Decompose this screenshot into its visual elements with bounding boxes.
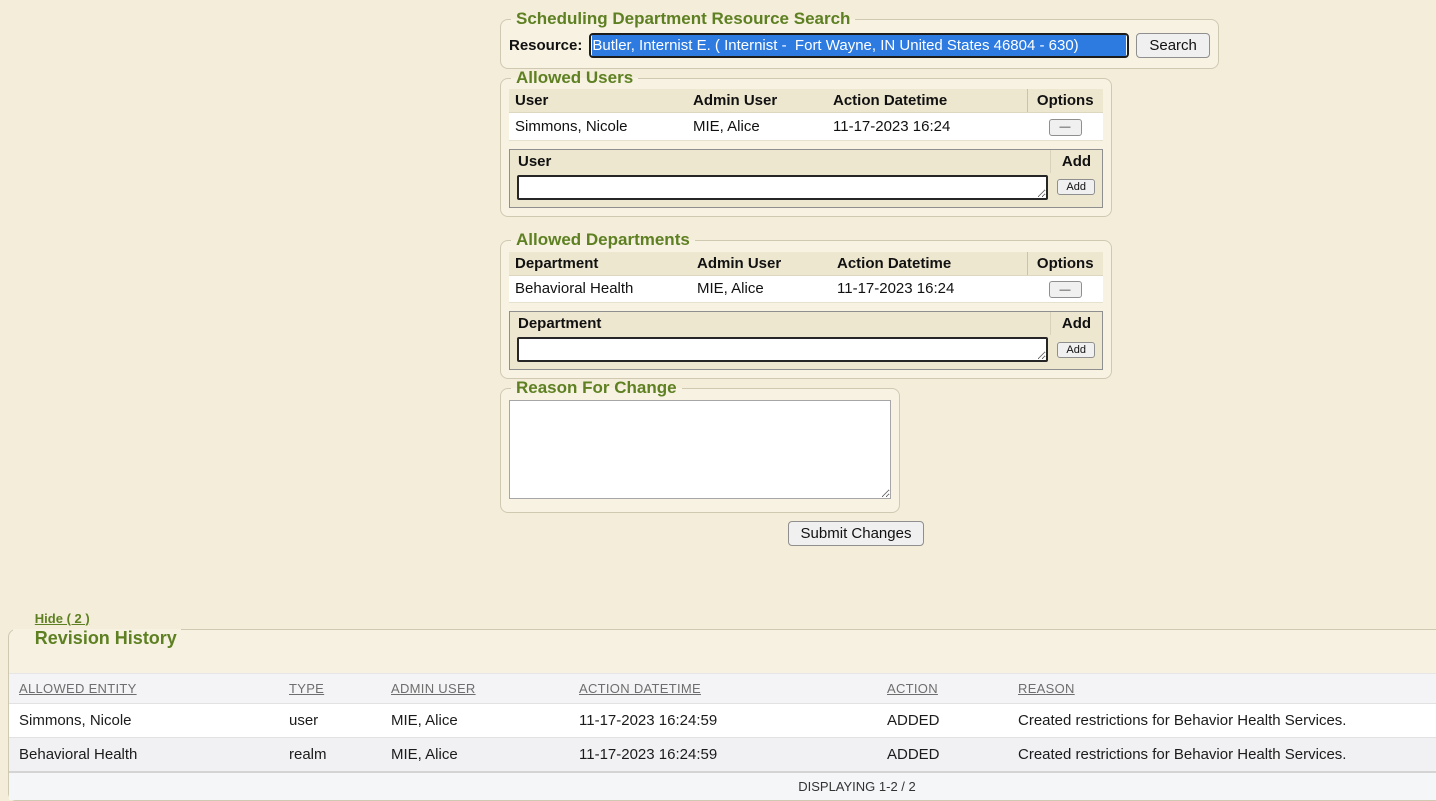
displaying-count-label: DISPLAYING 1-2 / 2: [9, 772, 1436, 800]
add-department-panel: Department Add Add: [509, 311, 1103, 370]
allowed-departments-col-department: Department: [509, 252, 691, 276]
allowed-users-legend: Allowed Users: [511, 69, 638, 88]
add-user-button[interactable]: Add: [1057, 179, 1095, 195]
table-row: Behavioral Health MIE, Alice 11-17-2023 …: [509, 275, 1103, 303]
revision-admin-user: MIE, Alice: [381, 703, 569, 737]
revision-history-table: ALLOWED ENTITY TYPE ADMIN USER ACTION DA…: [9, 673, 1436, 800]
hide-revision-history-link[interactable]: Hide ( 2 ): [35, 611, 90, 626]
revision-type: realm: [279, 737, 381, 772]
reason-for-change-section: Reason For Change: [500, 379, 900, 513]
allowed-users-col-options: Options: [1027, 89, 1103, 113]
resource-input-selected-text: Butler, Internist E. ( Internist - Fort …: [592, 35, 1126, 56]
revision-action-datetime: 11-17-2023 16:24:59: [569, 737, 877, 772]
add-department-column-header: Department: [510, 312, 1050, 335]
revision-action: ADDED: [877, 703, 1008, 737]
revision-reason: Created restrictions for Behavior Health…: [1008, 737, 1436, 772]
add-user-add-header: Add: [1050, 150, 1102, 173]
reason-for-change-legend: Reason For Change: [511, 379, 682, 398]
revision-type: user: [279, 703, 381, 737]
revision-history-title: Revision History: [35, 628, 177, 648]
allowed-departments-legend: Allowed Departments: [511, 231, 695, 250]
allowed-user-datetime: 11-17-2023 16:24: [827, 113, 1027, 141]
add-department-button[interactable]: Add: [1057, 342, 1095, 358]
revision-entity: Simmons, Nicole: [9, 703, 279, 737]
allowed-users-section: Allowed Users User Admin User Action Dat…: [500, 69, 1112, 217]
allowed-departments-table: Department Admin User Action Datetime Op…: [509, 252, 1103, 304]
revision-reason: Created restrictions for Behavior Health…: [1008, 703, 1436, 737]
revision-col-type[interactable]: TYPE: [289, 681, 324, 696]
add-user-input[interactable]: [517, 175, 1048, 200]
resource-search-legend: Scheduling Department Resource Search: [511, 10, 855, 29]
allowed-departments-section: Allowed Departments Department Admin Use…: [500, 231, 1112, 379]
allowed-users-col-admin: Admin User: [687, 89, 827, 113]
revision-history-header-row: ALLOWED ENTITY TYPE ADMIN USER ACTION DA…: [9, 673, 1436, 703]
allowed-user-name: Simmons, Nicole: [509, 113, 687, 141]
remove-department-button[interactable]: —: [1049, 281, 1082, 298]
allowed-departments-col-datetime: Action Datetime: [831, 252, 1027, 276]
remove-user-button[interactable]: —: [1049, 119, 1082, 136]
main-content-column: Scheduling Department Resource Search Re…: [500, 0, 1212, 546]
allowed-departments-header-row: Department Admin User Action Datetime Op…: [509, 252, 1103, 276]
revision-action-datetime: 11-17-2023 16:24:59: [569, 703, 877, 737]
add-user-column-header: User: [510, 150, 1050, 173]
resource-label: Resource:: [509, 37, 582, 54]
table-row: Behavioral Health realm MIE, Alice 11-17…: [9, 737, 1436, 772]
allowed-users-header-row: User Admin User Action Datetime Options: [509, 89, 1103, 113]
revision-col-action-datetime[interactable]: ACTION DATETIME: [579, 681, 701, 696]
add-department-add-header: Add: [1050, 312, 1102, 335]
allowed-users-col-datetime: Action Datetime: [827, 89, 1027, 113]
resource-search-section: Scheduling Department Resource Search Re…: [500, 10, 1219, 69]
allowed-departments-col-options: Options: [1027, 252, 1103, 276]
table-row: Simmons, Nicole user MIE, Alice 11-17-20…: [9, 703, 1436, 737]
allowed-users-table: User Admin User Action Datetime Options …: [509, 89, 1103, 141]
search-button[interactable]: Search: [1136, 33, 1210, 58]
revision-admin-user: MIE, Alice: [381, 737, 569, 772]
add-department-input[interactable]: [517, 337, 1048, 362]
revision-entity: Behavioral Health: [9, 737, 279, 772]
revision-col-action[interactable]: ACTION: [887, 681, 938, 696]
allowed-user-admin: MIE, Alice: [687, 113, 827, 141]
revision-action: ADDED: [877, 737, 1008, 772]
revision-col-allowed-entity[interactable]: ALLOWED ENTITY: [19, 681, 137, 696]
submit-changes-button[interactable]: Submit Changes: [788, 521, 925, 546]
allowed-users-col-user: User: [509, 89, 687, 113]
revision-col-reason[interactable]: REASON: [1018, 681, 1075, 696]
allowed-department-name: Behavioral Health: [509, 275, 691, 303]
add-user-panel: User Add Add: [509, 149, 1103, 208]
revision-col-admin-user[interactable]: ADMIN USER: [391, 681, 476, 696]
resource-input[interactable]: Butler, Internist E. ( Internist - Fort …: [589, 33, 1129, 58]
reason-for-change-textarea[interactable]: [509, 400, 891, 499]
revision-history-legend: Hide ( 2 ) Revision History: [13, 592, 181, 667]
revision-history-footer-row: DISPLAYING 1-2 / 2: [9, 772, 1436, 800]
revision-history-section: Hide ( 2 ) Revision History ALLOWED ENTI…: [8, 592, 1436, 801]
table-row: Simmons, Nicole MIE, Alice 11-17-2023 16…: [509, 113, 1103, 141]
allowed-department-admin: MIE, Alice: [691, 275, 831, 303]
allowed-department-datetime: 11-17-2023 16:24: [831, 275, 1027, 303]
allowed-departments-col-admin: Admin User: [691, 252, 831, 276]
